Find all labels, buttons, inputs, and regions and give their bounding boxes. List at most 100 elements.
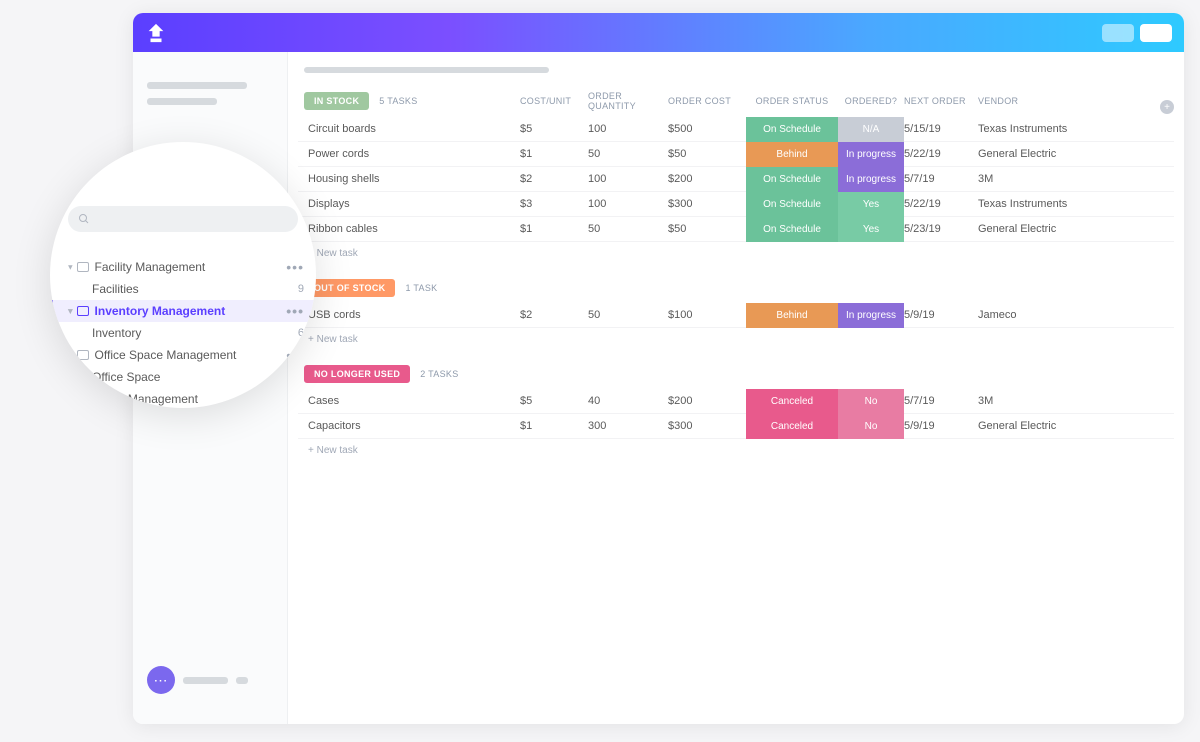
more-icon[interactable]: ••• — [286, 392, 304, 406]
sidebar-folder[interactable]: ▸ Office Space Management ••• — [50, 344, 316, 366]
search-input[interactable] — [68, 206, 298, 232]
status-badge[interactable]: Canceled — [746, 414, 838, 439]
table-row[interactable]: Circuit boards $5 100 $500 On Schedule N… — [298, 117, 1174, 142]
header-control-2[interactable] — [1140, 24, 1172, 42]
header-bar — [133, 13, 1184, 52]
col-qty[interactable]: ORDER QUANTITY — [588, 91, 668, 111]
task-qty: 50 — [588, 223, 668, 235]
chevron-down-icon: ▸ — [65, 353, 76, 358]
logo-icon — [145, 22, 167, 44]
table-row[interactable]: Housing shells $2 100 $200 On Schedule I… — [298, 167, 1174, 192]
chevron-down-icon: ▸ — [65, 397, 76, 402]
new-task-button[interactable]: + New task — [298, 439, 1174, 476]
add-column-button[interactable]: + — [1160, 100, 1174, 114]
task-vendor: 3M — [978, 173, 1168, 185]
task-date: 5/9/19 — [904, 420, 978, 432]
sidebar-count: 6 — [298, 327, 304, 339]
status-badge[interactable]: Behind — [746, 142, 838, 167]
table-row[interactable]: Power cords $1 50 $50 Behind In progress… — [298, 142, 1174, 167]
status-badge[interactable]: Canceled — [746, 389, 838, 414]
folder-icon — [77, 394, 89, 404]
task-qty: 100 — [588, 173, 668, 185]
status-badge[interactable]: On Schedule — [746, 117, 838, 142]
status-badge[interactable]: On Schedule — [746, 167, 838, 192]
task-ordercost: $200 — [668, 395, 746, 407]
sidebar-item-label: Facilities — [92, 282, 139, 296]
ordered-badge[interactable]: Yes — [838, 192, 904, 217]
task-ordercost: $50 — [668, 148, 746, 160]
ordered-badge[interactable]: In progress — [838, 142, 904, 167]
task-cost: $5 — [520, 395, 588, 407]
task-name: USB cords — [304, 309, 520, 321]
more-icon[interactable]: ••• — [286, 304, 304, 318]
task-date: 5/7/19 — [904, 173, 978, 185]
ordered-badge[interactable]: In progress — [838, 303, 904, 328]
main-pane: + IN STOCK 5 TASKS COST/UNITORDER QUANTI… — [288, 52, 1184, 724]
table-row[interactable]: Capacitors $1 300 $300 Canceled No 5/9/1… — [298, 414, 1174, 439]
group-badge[interactable]: NO LONGER USED — [304, 365, 410, 383]
col-cost[interactable]: COST/UNIT — [520, 96, 588, 106]
sidebar-item[interactable]: Inventory 6 — [50, 322, 316, 344]
table-row[interactable]: Displays $3 100 $300 On Schedule Yes 5/2… — [298, 192, 1174, 217]
group-badge[interactable]: OUT OF STOCK — [304, 279, 395, 297]
col-nextorder[interactable]: NEXT ORDER — [904, 96, 978, 106]
status-badge[interactable]: On Schedule — [746, 217, 838, 242]
new-task-button[interactable]: + New task — [298, 328, 1174, 365]
more-icon[interactable]: ••• — [286, 348, 304, 362]
table-row[interactable]: USB cords $2 50 $100 Behind In progress … — [298, 303, 1174, 328]
task-cost: $1 — [520, 420, 588, 432]
task-vendor: Texas Instruments — [978, 198, 1168, 210]
col-ordered[interactable]: ORDERED? — [838, 96, 904, 106]
task-cost: $3 — [520, 198, 588, 210]
sidebar-item-label: Asset Management — [95, 392, 198, 406]
col-ordercost[interactable]: ORDER COST — [668, 96, 746, 106]
task-cost: $2 — [520, 309, 588, 321]
ordered-badge[interactable]: No — [838, 389, 904, 414]
ordered-badge[interactable]: Yes — [838, 217, 904, 242]
chevron-down-icon: ▸ — [65, 265, 76, 270]
task-vendor: General Electric — [978, 148, 1168, 160]
progress-stub — [304, 67, 549, 73]
ordered-badge[interactable]: In progress — [838, 167, 904, 192]
sidebar-folder[interactable]: ▸ Asset Management ••• — [50, 388, 316, 408]
task-name: Power cords — [304, 148, 520, 160]
sidebar-item-label: Office Space Management — [95, 348, 237, 362]
task-vendor: General Electric — [978, 223, 1168, 235]
task-qty: 100 — [588, 123, 668, 135]
sidebar-item-label: Inventory — [92, 326, 141, 340]
task-qty: 100 — [588, 198, 668, 210]
task-vendor: Jameco — [978, 309, 1168, 321]
task-ordercost: $100 — [668, 309, 746, 321]
new-task-button[interactable]: + New task — [298, 242, 1174, 279]
task-date: 5/15/19 — [904, 123, 978, 135]
sidebar-folder[interactable]: ▸ Inventory Management ••• — [50, 300, 316, 322]
folder-icon — [77, 306, 89, 316]
status-badge[interactable]: On Schedule — [746, 192, 838, 217]
table-row[interactable]: Ribbon cables $1 50 $50 On Schedule Yes … — [298, 217, 1174, 242]
ordered-badge[interactable]: No — [838, 414, 904, 439]
col-status[interactable]: ORDER STATUS — [746, 96, 838, 106]
sidebar-item[interactable]: Office Space 8 — [50, 366, 316, 388]
table-row[interactable]: Cases $5 40 $200 Canceled No 5/7/19 3M — [298, 389, 1174, 414]
task-qty: 50 — [588, 148, 668, 160]
status-badge[interactable]: Behind — [746, 303, 838, 328]
ordered-badge[interactable]: N/A — [838, 117, 904, 142]
group-count: 2 TASKS — [420, 369, 458, 379]
task-qty: 300 — [588, 420, 668, 432]
task-ordercost: $300 — [668, 420, 746, 432]
sidebar-item[interactable]: Facilities 9 — [50, 278, 316, 300]
col-vendor[interactable]: VENDOR — [978, 96, 1168, 106]
group-badge[interactable]: IN STOCK — [304, 92, 369, 110]
sidebar-item-label: Inventory Management — [95, 304, 226, 318]
task-cost: $1 — [520, 148, 588, 160]
header-control-1[interactable] — [1102, 24, 1134, 42]
search-icon — [78, 213, 90, 225]
more-icon[interactable]: ••• — [286, 260, 304, 274]
task-cost: $5 — [520, 123, 588, 135]
chat-icon[interactable]: ⋯ — [147, 666, 175, 694]
task-name: Capacitors — [304, 420, 520, 432]
sidebar-folder[interactable]: ▸ Facility Management ••• — [50, 256, 316, 278]
task-date: 5/22/19 — [904, 148, 978, 160]
task-name: Circuit boards — [304, 123, 520, 135]
task-ordercost: $200 — [668, 173, 746, 185]
